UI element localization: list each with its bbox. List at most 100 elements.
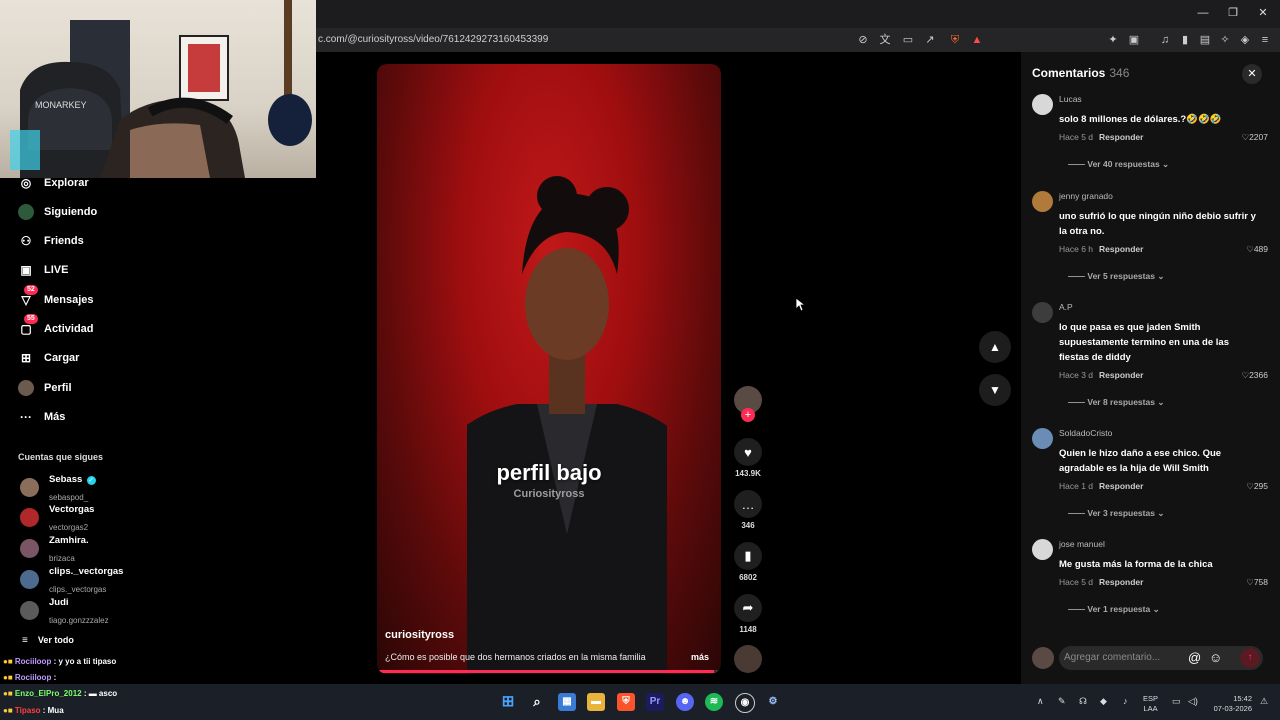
microphone-icon[interactable]: ♪	[1123, 696, 1128, 706]
music-icon[interactable]: ♫	[1158, 33, 1172, 47]
leo-ai-icon[interactable]: ✧	[1218, 33, 1232, 47]
comment-user[interactable]: jose manuel	[1059, 539, 1105, 549]
sidebar-item-explorar[interactable]: ◎ Explorar	[18, 171, 89, 195]
badge-icon: ●■	[3, 706, 15, 715]
sidebar-toggle-icon[interactable]: ▮	[1178, 33, 1192, 47]
reply-button[interactable]: Responder	[1099, 577, 1143, 587]
avatar[interactable]	[1032, 302, 1053, 323]
vpn-icon[interactable]: ◈	[1238, 33, 1252, 47]
tray-pen-icon[interactable]: ✎	[1058, 696, 1066, 707]
followed-account[interactable]: Vectorgas vectorgas2	[20, 503, 94, 532]
avatar[interactable]	[1032, 428, 1053, 449]
comment-text: Quien le hizo daño a ese chico. Que agra…	[1059, 448, 1222, 474]
spotify-icon[interactable]: ≋	[705, 693, 723, 711]
reply-button[interactable]: Responder	[1099, 481, 1143, 491]
video-player[interactable]: perfil bajo Curiosityross curiosityross …	[377, 64, 721, 674]
notifications-icon[interactable]: ⚠	[1260, 696, 1268, 707]
premiere-icon[interactable]: Pr	[646, 693, 664, 711]
comment-user[interactable]: Lucas	[1059, 94, 1082, 104]
cast-icon[interactable]: ▭	[901, 33, 915, 47]
obs-icon[interactable]: ◉	[735, 693, 755, 713]
followed-account[interactable]: Zamhira. brizaca	[20, 534, 89, 563]
followed-account[interactable]: Sebass ✓ sebaspod_	[20, 473, 96, 502]
sound-avatar[interactable]	[733, 645, 763, 673]
comment-like-button[interactable]: ♡758	[1222, 577, 1268, 588]
gallery-icon[interactable]: ▦	[558, 693, 576, 711]
minimize-icon[interactable]: —	[1196, 6, 1210, 20]
sidebar-item-actividad[interactable]: ▢ 55 Actividad	[18, 314, 94, 341]
comment-input-placeholder[interactable]: Agregar comentario...	[1064, 652, 1160, 663]
view-replies-button[interactable]: —— Ver 8 respuestas ⌄	[1068, 397, 1164, 408]
close-comments-button[interactable]: ✕	[1242, 64, 1262, 84]
comment-meta: Hace 5 d Responder	[1059, 132, 1143, 142]
video-progress-bar[interactable]	[377, 670, 721, 673]
followed-account[interactable]: Judi tiago.gonzzzalez	[20, 596, 109, 625]
language-indicator[interactable]: ESP LAA	[1143, 694, 1158, 714]
search-icon[interactable]: ⌕	[528, 693, 546, 711]
url-text[interactable]: c.com/@curiosityross/video/7612429273160…	[318, 34, 548, 45]
avatar[interactable]	[1032, 539, 1053, 560]
comment-like-button[interactable]: ♡2207	[1222, 132, 1268, 143]
video-author[interactable]: curiosityross	[385, 629, 454, 641]
sidebar-item-friends[interactable]: ⚇ Friends	[18, 229, 84, 253]
sidebar-item-siguiendo[interactable]: Siguiendo	[18, 200, 97, 224]
restore-icon[interactable]: ❐	[1226, 6, 1240, 20]
emoji-icon[interactable]: ☺	[1209, 650, 1222, 665]
followed-account[interactable]: clips._vectorgas clips._vectorgas	[20, 565, 123, 594]
comment-like-button[interactable]: ♡2366	[1222, 370, 1268, 381]
steam-icon[interactable]: ⚙	[764, 693, 782, 711]
view-replies-button[interactable]: —— Ver 3 respuestas ⌄	[1068, 508, 1164, 519]
post-comment-button[interactable]: ↑	[1240, 648, 1260, 668]
sidebar-item-live[interactable]: ▣ LIVE	[18, 258, 68, 282]
sidebar-item-perfil[interactable]: Perfil	[18, 376, 72, 400]
translate-icon[interactable]: 文	[878, 33, 892, 47]
share-icon[interactable]: ↗	[923, 33, 937, 47]
avatar[interactable]	[1032, 94, 1053, 115]
discord-icon[interactable]: ☻	[676, 693, 694, 711]
wallet-icon[interactable]: ▤	[1198, 33, 1212, 47]
see-all-link[interactable]: ≡ Ver todo	[22, 628, 74, 652]
reader-mode-icon[interactable]: ⊘	[856, 33, 870, 47]
next-video-button[interactable]: ▼	[979, 374, 1011, 406]
extensions-icon[interactable]: ✦	[1106, 33, 1120, 47]
view-replies-button[interactable]: —— Ver 5 respuestas ⌄	[1068, 271, 1164, 282]
avatar[interactable]	[1032, 191, 1053, 212]
reply-button[interactable]: Responder	[1099, 244, 1143, 254]
previous-video-button[interactable]: ▲	[979, 331, 1011, 363]
view-replies-button[interactable]: —— Ver 40 respuestas ⌄	[1068, 159, 1169, 170]
mention-icon[interactable]: @	[1188, 650, 1201, 665]
menu-icon[interactable]: ≡	[1258, 33, 1272, 47]
view-replies-button[interactable]: —— Ver 1 respuesta ⌄	[1068, 604, 1160, 615]
save-button[interactable]: ▮ 6802	[733, 542, 763, 582]
tab-manager-icon[interactable]: ▣	[1127, 33, 1141, 47]
network-icon[interactable]: ▭	[1172, 696, 1181, 707]
reply-button[interactable]: Responder	[1099, 132, 1143, 142]
headset-icon[interactable]: ☊	[1079, 696, 1087, 707]
windows-start-icon[interactable]: ⊞	[499, 693, 517, 711]
follow-plus-icon[interactable]: +	[741, 408, 755, 422]
account-name: Judi	[49, 597, 69, 608]
sidebar-item-mas[interactable]: ··· Más	[18, 405, 65, 429]
comment-like-button[interactable]: ♡489	[1222, 244, 1268, 255]
comment-button[interactable]: … 346	[733, 490, 763, 530]
comment-like-button[interactable]: ♡295	[1222, 481, 1268, 492]
tray-overflow-icon[interactable]: ∧	[1037, 696, 1044, 707]
sidebar-item-cargar[interactable]: ⊞ Cargar	[18, 346, 80, 370]
comment-user[interactable]: SoldadoCristo	[1059, 428, 1112, 438]
comment-user[interactable]: A.P	[1059, 302, 1073, 312]
share-button[interactable]: ➦ 1148	[733, 594, 763, 634]
steam-tray-icon[interactable]: ◆	[1100, 696, 1107, 707]
brave-shield-icon[interactable]: ⛨	[948, 33, 962, 47]
like-button[interactable]: ♥ 143.9K	[733, 438, 763, 478]
more-button[interactable]: más	[691, 652, 709, 662]
file-explorer-icon[interactable]: ▬	[587, 693, 605, 711]
sidebar-item-mensajes[interactable]: ▽ 52 Mensajes	[18, 285, 94, 312]
clock[interactable]: 15:42 07-03-2026	[1208, 694, 1252, 714]
brave-rewards-icon[interactable]: ▲	[970, 33, 984, 47]
brave-browser-icon[interactable]: ⛨	[617, 693, 635, 711]
close-icon[interactable]: ✕	[1256, 6, 1270, 20]
reply-button[interactable]: Responder	[1099, 370, 1143, 380]
comment-user[interactable]: jenny granado	[1059, 191, 1113, 201]
author-avatar-button[interactable]: +	[733, 386, 763, 422]
volume-icon[interactable]: ◁)	[1188, 696, 1198, 707]
